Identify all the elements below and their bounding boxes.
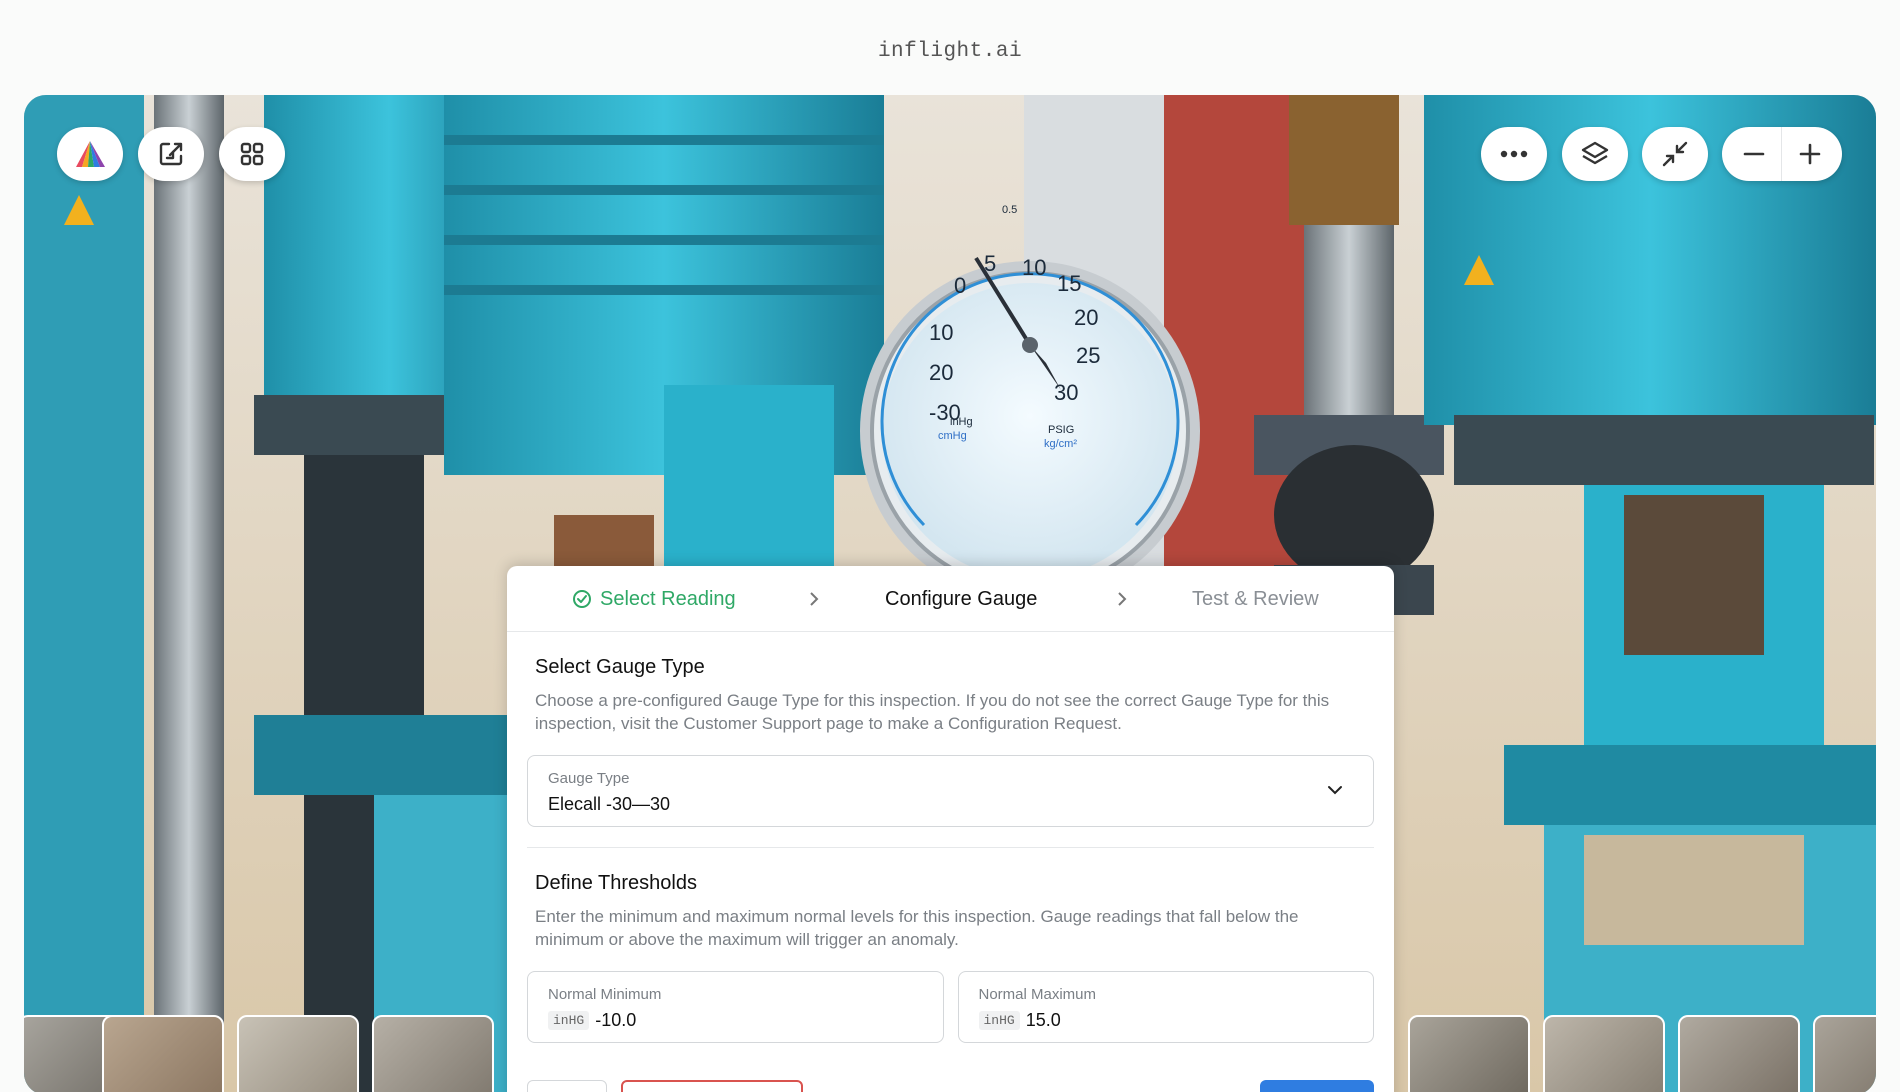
gauge-unit-label: inHg [950,416,973,428]
gauge-unit-label: cmHg [938,430,967,442]
zoom-out-button[interactable] [1729,127,1779,181]
thumbnail[interactable] [102,1015,224,1092]
gauge-scale-label: 30 [1054,380,1078,405]
site-title: inflight.ai [877,40,1023,63]
field-value-row: inHG -10.0 [548,1010,636,1031]
zoom-in-button[interactable] [1785,127,1835,181]
check-circle-icon [573,590,591,608]
thumbnail[interactable] [1813,1015,1876,1092]
gauge-scale-label: 10 [929,320,953,345]
grid-icon [240,142,264,166]
field-label: Normal Minimum [548,986,662,1003]
cancel-button[interactable] [621,1080,803,1092]
panel-footer [527,1080,1374,1092]
step-select-reading[interactable]: Select Reading [572,566,736,632]
chevron-right-icon [1118,592,1127,606]
field-label: Normal Maximum [978,986,1097,1003]
step-label: Test & Review [1192,587,1319,610]
unit-badge: inHG [978,1011,1020,1030]
back-button[interactable] [527,1080,607,1092]
zoom-out-icon [1743,152,1765,156]
unit-badge: inHG [548,1011,590,1030]
gauge-scale-label: 20 [1074,305,1098,330]
normal-maximum-value[interactable]: 15.0 [1026,1010,1061,1030]
chevron-right-icon [810,592,819,606]
step-label: Configure Gauge [885,587,1038,610]
thumbnail[interactable] [1678,1015,1800,1092]
chevron-down-icon [1328,786,1342,795]
section-title: Define Thresholds [535,872,697,894]
logo-button[interactable] [57,127,123,181]
normal-minimum-value[interactable]: -10.0 [595,1010,636,1030]
layers-button[interactable] [1562,127,1628,181]
next-button[interactable] [1260,1080,1374,1092]
configure-gauge-panel: Select Reading Configure Gauge Test & Re… [507,566,1394,1092]
exit-button[interactable] [138,127,204,181]
gauge-scale-label: 25 [1076,343,1100,368]
field-value: Elecall -30—30 [548,794,671,814]
gauge-unit-label: kg/cm² [1044,438,1077,450]
gauge-type-select[interactable]: Gauge Type Elecall -30—30 [527,755,1374,827]
thumbnail[interactable] [372,1015,494,1092]
thumbnail[interactable] [237,1015,359,1092]
normal-maximum-field[interactable]: Normal Maximum inHG 15.0 [957,971,1374,1043]
section-description: Choose a pre-configured Gauge Type for t… [535,691,1330,733]
thresholds-section: Define Thresholds Enter the minimum and … [507,872,1394,951]
thumbnail[interactable] [1408,1015,1530,1092]
field-value-row: inHG 15.0 [978,1010,1061,1031]
gauge-top-label: 0.5 [1002,204,1017,216]
zoom-in-icon [1799,143,1821,165]
zoom-controls [1722,127,1842,181]
gauge-scale-label: 15 [1057,271,1081,296]
minimize-button[interactable] [1642,127,1708,181]
more-button[interactable] [1481,127,1547,181]
gauge-scale-label: 0 [954,273,966,298]
gauge-scale-label: 10 [1022,255,1046,280]
grid-button[interactable] [219,127,285,181]
exit-icon [159,142,183,166]
normal-minimum-field[interactable]: Normal Minimum inHG -10.0 [527,971,944,1043]
gauge-unit-label: PSIG [1048,424,1074,436]
step-test-review[interactable]: Test & Review [1192,566,1319,632]
more-icon [1500,150,1528,158]
step-configure-gauge[interactable]: Configure Gauge [885,566,1037,632]
layers-icon [1581,141,1609,165]
inflight-logo-icon [76,141,105,167]
section-title: Select Gauge Type [535,656,705,678]
divider [527,847,1374,848]
field-label: Gauge Type [548,770,630,787]
step-label: Select Reading [600,587,736,610]
gauge-type-section: Select Gauge Type Choose a pre-configure… [507,656,1394,735]
gauge-scale-label: 20 [929,360,953,385]
minimize-icon [1662,141,1688,167]
stepper: Select Reading Configure Gauge Test & Re… [507,566,1394,632]
section-description: Enter the minimum and maximum normal lev… [535,907,1299,949]
threshold-fields: Normal Minimum inHG -10.0 Normal Maximum … [527,971,1374,1043]
zoom-divider [1781,127,1783,181]
thumbnail[interactable] [1543,1015,1665,1092]
